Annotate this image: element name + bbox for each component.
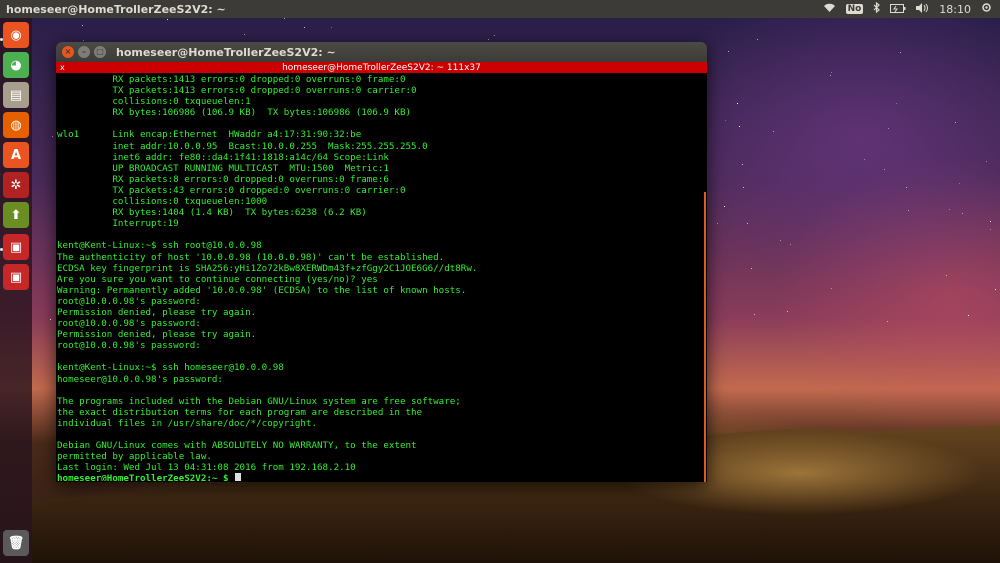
terminal-line: collisions:0 txqueuelen:1	[57, 96, 251, 108]
terminal-line: homeseer@10.0.0.98's password:	[57, 373, 223, 385]
clock[interactable]: 18:10	[939, 3, 971, 16]
software-center-icon[interactable]: A	[3, 142, 29, 168]
terminal-line: ECDSA key fingerprint is SHA256:yHi1Zo72…	[57, 262, 478, 274]
terminal-output[interactable]: RX packets:1413 errors:0 dropped:0 overr…	[56, 73, 707, 481]
tab-close-icon[interactable]: x	[60, 63, 65, 72]
chrome-icon[interactable]: ◕	[3, 52, 29, 78]
text-cursor	[235, 473, 242, 481]
terminal-line: RX packets:8 errors:0 dropped:0 overruns…	[57, 173, 389, 185]
running-indicator	[0, 248, 3, 251]
terminal-line: root@10.0.0.98's password:	[57, 340, 201, 352]
terminal-line: RX packets:1413 errors:0 dropped:0 overr…	[57, 74, 406, 85]
terminal-line: Debian GNU/Linux comes with ABSOLUTELY N…	[57, 440, 417, 452]
window-titlebar[interactable]: × – □ homeseer@HomeTrollerZeeS2V2: ~	[56, 42, 707, 62]
terminal-line: Permission denied, please try again.	[57, 306, 257, 318]
terminal-line: inet6 addr: fe80::da4:1f41:1818:a14c/64 …	[57, 151, 389, 163]
terminal-window[interactable]: × – □ homeseer@HomeTrollerZeeS2V2: ~ x h…	[56, 42, 707, 482]
terminal-line: Are you sure you want to continue connec…	[57, 273, 378, 285]
terminal-line: inet addr:10.0.0.95 Bcast:10.0.0.255 Mas…	[57, 140, 428, 152]
terminal-line: The programs included with the Debian GN…	[57, 395, 461, 407]
wifi-icon[interactable]	[823, 3, 836, 16]
terminal-tab[interactable]: x homeseer@HomeTrollerZeeS2V2: ~ 111x37	[56, 62, 707, 73]
terminal-icon-2[interactable]: ▣	[3, 264, 29, 290]
terminal-scrollbar[interactable]	[704, 192, 706, 482]
top-panel: homeseer@HomeTrollerZeeS2V2: ~ No 18:10	[0, 0, 1000, 18]
terminal-icon[interactable]: ▣	[3, 234, 29, 260]
terminal-line: Warning: Permanently added '10.0.0.98' (…	[57, 284, 467, 296]
launcher: ◉ ◕ ▤ ◍ A ✲ ⬆ ▣ ▣ 🗑	[0, 18, 32, 563]
battery-icon[interactable]	[890, 3, 906, 16]
terminal-line: kent@Kent-Linux:~$ ssh root@10.0.0.98	[57, 240, 262, 252]
terminal-line: TX packets:43 errors:0 dropped:0 overrun…	[57, 184, 406, 196]
terminal-line: The authenticity of host '10.0.0.98 (10.…	[57, 251, 445, 263]
terminal-line: root@10.0.0.98's password:	[57, 295, 201, 307]
close-window-button[interactable]: ×	[62, 46, 74, 58]
trash-icon[interactable]: 🗑	[3, 530, 29, 556]
terminal-line: wlo1 Link encap:Ethernet HWaddr a4:17:31…	[57, 129, 362, 141]
terminal-line: RX bytes:1404 (1.4 KB) TX bytes:6238 (6.…	[57, 207, 367, 219]
bluetooth-icon[interactable]	[873, 1, 881, 16]
window-title: homeseer@HomeTrollerZeeS2V2: ~	[116, 45, 336, 59]
ubuntu-dash-icon[interactable]: ◉	[3, 22, 29, 48]
system-tray: No 18:10	[823, 0, 992, 18]
settings-gear-icon[interactable]	[981, 2, 992, 16]
terminal-line: collisions:0 txqueuelen:1000	[57, 196, 268, 208]
tab-title: homeseer@HomeTrollerZeeS2V2: ~ 111x37	[282, 62, 481, 73]
terminal-line: TX packets:1413 errors:0 dropped:0 overr…	[57, 85, 417, 97]
terminal-line: permitted by applicable law.	[57, 451, 212, 463]
terminal-line: kent@Kent-Linux:~$ ssh homeseer@10.0.0.9…	[57, 362, 284, 374]
terminal-line: UP BROADCAST RUNNING MULTICAST MTU:1500 …	[57, 162, 389, 174]
terminal-line: Interrupt:19	[57, 218, 179, 230]
firefox-icon[interactable]: ◍	[3, 112, 29, 138]
terminal-line: root@10.0.0.98's password:	[57, 318, 201, 330]
terminal-line: RX bytes:106986 (106.9 KB) TX bytes:1069…	[57, 107, 412, 119]
files-icon[interactable]: ▤	[3, 82, 29, 108]
terminal-line: Permission denied, please try again.	[57, 329, 257, 341]
terminal-prompt-line[interactable]: homeseer@HomeTrollerZeeS2V2:~ $	[57, 473, 707, 481]
terminal-line: Last login: Wed Jul 13 04:31:08 2016 fro…	[57, 462, 356, 474]
keyboard-layout-indicator[interactable]: No	[845, 4, 864, 14]
minimize-window-button[interactable]: –	[78, 46, 90, 58]
running-indicator	[0, 38, 3, 41]
system-settings-icon[interactable]: ✲	[3, 172, 29, 198]
maximize-window-button[interactable]: □	[94, 46, 106, 58]
terminal-line: individual files in /usr/share/doc/*/cop…	[57, 417, 317, 429]
software-updater-icon[interactable]: ⬆	[3, 202, 29, 228]
shell-prompt: homeseer@HomeTrollerZeeS2V2:~ $	[57, 473, 235, 481]
volume-icon[interactable]	[916, 2, 929, 16]
active-window-title: homeseer@HomeTrollerZeeS2V2: ~	[6, 2, 226, 16]
terminal-line: the exact distribution terms for each pr…	[57, 406, 423, 418]
